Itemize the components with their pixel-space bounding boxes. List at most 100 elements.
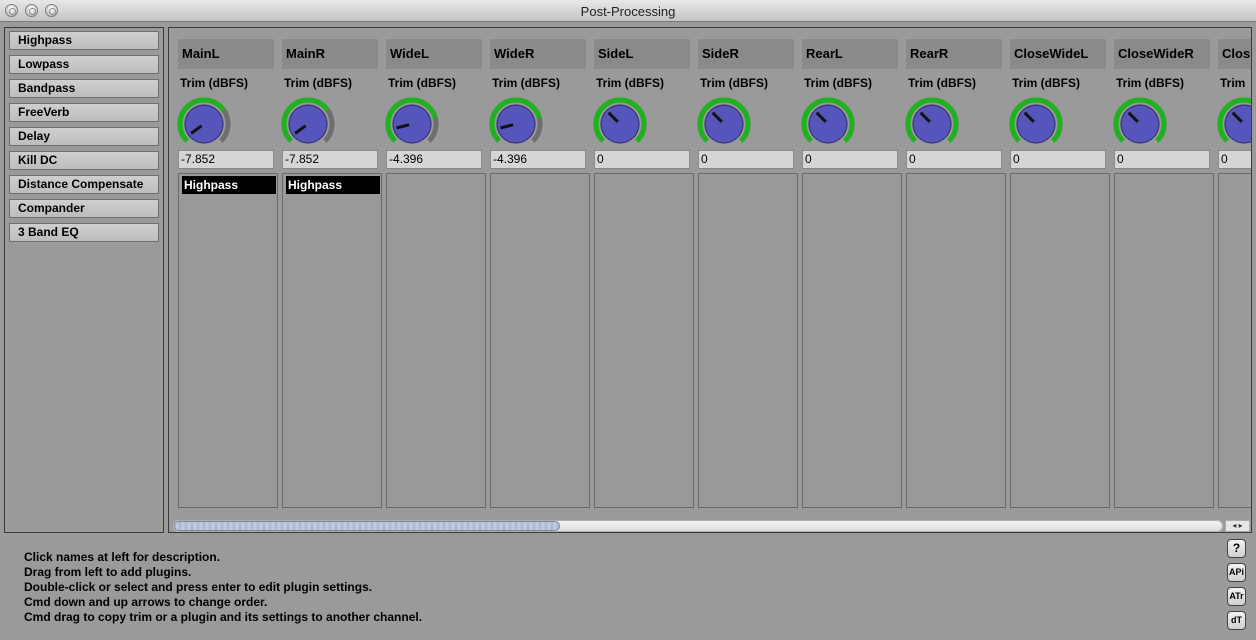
trim-label: Trim (1220, 76, 1246, 90)
trim-value-field[interactable]: -4.396 (386, 150, 482, 169)
help-text: Click names at left for description. Drag… (24, 550, 422, 625)
channel-strip: RearL Trim (dBFS) 0 (793, 28, 902, 508)
trim-label: Trim (dBFS) (1012, 76, 1080, 90)
trim-knob[interactable] (590, 94, 650, 154)
trim-label: Trim (dBFS) (700, 76, 768, 90)
trim-value-field[interactable]: 0 (594, 150, 690, 169)
knob-body (392, 104, 432, 144)
horizontal-scrollbar[interactable] (173, 520, 1223, 532)
knob-body (600, 104, 640, 144)
knob-body (288, 104, 328, 144)
plugin-item[interactable]: Lowpass (9, 55, 159, 74)
trim-knob[interactable] (278, 94, 338, 154)
knob-body (496, 104, 536, 144)
post-processing-window: Post-Processing Highpass Lowpass Bandpass F… (0, 0, 1256, 640)
channel-strips: MainL Trim (dBFS) -7.852 Highpass MainR Trim … (168, 27, 1252, 533)
channel-strip: CloseWideL Trim (dBFS) 0 (1001, 28, 1110, 508)
plugin-drop-area[interactable] (1114, 173, 1214, 508)
trim-label: Trim (dBFS) (1116, 76, 1184, 90)
channel-name[interactable]: WideR (490, 39, 586, 69)
channel-name[interactable]: Clos (1218, 39, 1251, 69)
plugin-item[interactable]: Compander (9, 199, 159, 218)
trim-value-field[interactable]: 0 (698, 150, 794, 169)
plugin-drop-area[interactable] (490, 173, 590, 508)
trim-knob[interactable] (798, 94, 858, 154)
trim-value-field[interactable]: 0 (802, 150, 898, 169)
trim-label: Trim (dBFS) (596, 76, 664, 90)
trim-value-field[interactable]: 0 (1114, 150, 1210, 169)
trim-value-field[interactable]: 0 (1218, 150, 1251, 169)
trim-value-field[interactable]: -7.852 (178, 150, 274, 169)
trim-knob[interactable] (1110, 94, 1170, 154)
plugin-item[interactable]: Highpass (9, 31, 159, 50)
channel-plugin-slot[interactable]: Highpass (182, 176, 276, 194)
channel-name[interactable]: CloseWideL (1010, 39, 1106, 69)
channel-name[interactable]: RearL (802, 39, 898, 69)
knob-body (808, 104, 848, 144)
trim-label: Trim (dBFS) (388, 76, 456, 90)
trim-knob[interactable] (1214, 94, 1251, 154)
help-line: Cmd drag to copy trim or a plugin and it… (24, 610, 423, 624)
trim-knob[interactable] (174, 94, 234, 154)
plugin-drop-area[interactable] (594, 173, 694, 508)
channel-strip: MainL Trim (dBFS) -7.852 Highpass (169, 28, 278, 508)
plugin-drop-area[interactable] (386, 173, 486, 508)
channel-strip: MainR Trim (dBFS) -7.852 Highpass (273, 28, 382, 508)
channel-strip: SideL Trim (dBFS) 0 (585, 28, 694, 508)
channel-name[interactable]: MainL (178, 39, 274, 69)
plugin-item[interactable]: Bandpass (9, 79, 159, 98)
plugin-item[interactable]: Distance Compensate (9, 175, 159, 194)
atr-button[interactable]: ATr (1227, 587, 1246, 606)
trim-knob[interactable] (902, 94, 962, 154)
trim-label: Trim (dBFS) (492, 76, 560, 90)
plugin-drop-area[interactable] (1218, 173, 1251, 508)
channel-name[interactable]: RearR (906, 39, 1002, 69)
channel-name[interactable]: CloseWideR (1114, 39, 1210, 69)
plugin-item[interactable]: FreeVerb (9, 103, 159, 122)
plugin-drop-area[interactable] (698, 173, 798, 508)
help-line: Double-click or select and press enter t… (24, 580, 373, 594)
help-line: Cmd down and up arrows to change order. (24, 595, 268, 609)
help-line: Click names at left for description. (24, 550, 221, 564)
trim-knob[interactable] (382, 94, 442, 154)
trim-value-field[interactable]: -7.852 (282, 150, 378, 169)
trim-value-field[interactable]: -4.396 (490, 150, 586, 169)
channel-name[interactable]: MainR (282, 39, 378, 69)
trim-value-field[interactable]: 0 (906, 150, 1002, 169)
plugin-drop-area[interactable]: Highpass (282, 173, 382, 508)
help-button[interactable]: ? (1227, 539, 1246, 558)
plugin-drop-area[interactable] (906, 173, 1006, 508)
trim-label: Trim (dBFS) (180, 76, 248, 90)
trim-knob[interactable] (1006, 94, 1066, 154)
scroll-arrows[interactable]: ◂ ▸ (1225, 520, 1250, 532)
trim-label: Trim (dBFS) (284, 76, 352, 90)
trim-value-field[interactable]: 0 (1010, 150, 1106, 169)
window-title: Post-Processing (580, 4, 676, 19)
plugin-item[interactable]: Kill DC (9, 151, 159, 170)
knob-body (1016, 104, 1056, 144)
plugin-list: Highpass Lowpass Bandpass FreeVerb Delay Kill… (4, 27, 164, 533)
channel-strip: RearR Trim (dBFS) 0 (897, 28, 1006, 508)
trim-knob[interactable] (486, 94, 546, 154)
trim-label: Trim (dBFS) (804, 76, 872, 90)
channel-strip: CloseWideR Trim (dBFS) 0 (1105, 28, 1214, 508)
channel-strip: Clos Trim 0 (1209, 28, 1251, 508)
plugin-drop-area[interactable] (1010, 173, 1110, 508)
plugin-drop-area[interactable] (802, 173, 902, 508)
scrollbar-thumb[interactable] (174, 521, 560, 531)
api-button[interactable]: APi (1227, 563, 1246, 582)
channel-plugin-slot[interactable]: Highpass (286, 176, 380, 194)
plugin-item[interactable]: Delay (9, 127, 159, 146)
dt-button[interactable]: dT (1227, 611, 1246, 630)
knob-body (1120, 104, 1160, 144)
help-line: Drag from left to add plugins. (24, 565, 192, 579)
knob-body (184, 104, 224, 144)
channel-name[interactable]: SideL (594, 39, 690, 69)
channel-name[interactable]: SideR (698, 39, 794, 69)
trim-knob[interactable] (694, 94, 754, 154)
plugin-item[interactable]: 3 Band EQ (9, 223, 159, 242)
channel-name[interactable]: WideL (386, 39, 482, 69)
plugin-drop-area[interactable]: Highpass (178, 173, 278, 508)
channel-strip: WideR Trim (dBFS) -4.396 (481, 28, 590, 508)
knob-body (704, 104, 744, 144)
